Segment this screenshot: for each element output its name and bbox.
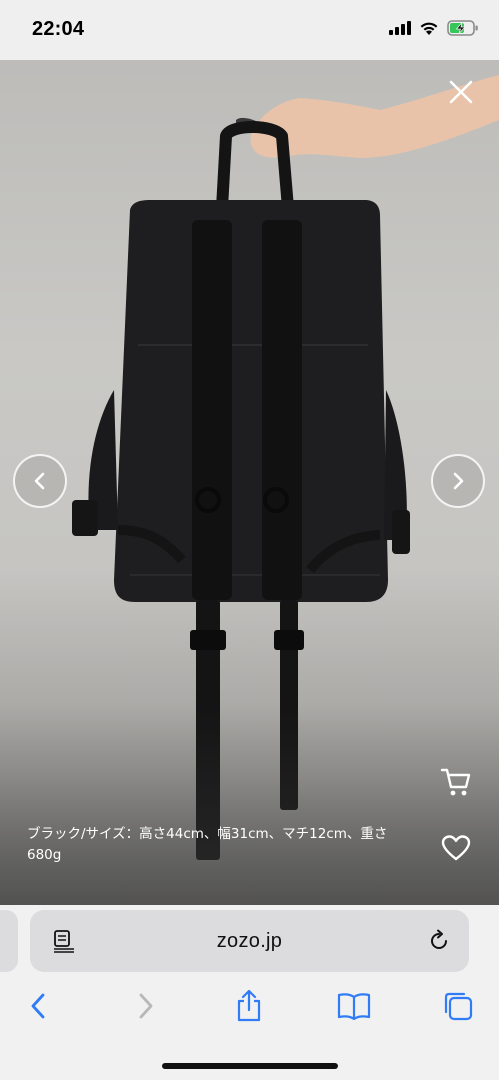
- photo-viewer[interactable]: ブラック/サイズ：高さ44cm、幅31cm、マチ12cm、重さ680g: [0, 60, 499, 905]
- status-icons: [389, 20, 479, 36]
- tabs-button[interactable]: [440, 988, 476, 1024]
- cart-icon: [440, 768, 471, 796]
- caption-shade: [0, 705, 499, 905]
- status-bar: 22:04: [0, 0, 499, 60]
- url-text[interactable]: zozo.jp: [30, 910, 469, 972]
- chevron-left-icon: [34, 472, 45, 490]
- add-to-cart-button[interactable]: [436, 762, 476, 802]
- previous-tab-preview[interactable]: [0, 910, 18, 972]
- forward-button[interactable]: [128, 988, 164, 1024]
- back-icon: [31, 993, 45, 1019]
- heart-icon: [441, 835, 471, 861]
- reload-button[interactable]: [427, 929, 451, 953]
- close-button[interactable]: [445, 76, 477, 108]
- address-bar[interactable]: zozo.jp: [30, 910, 469, 972]
- close-icon: [449, 80, 473, 104]
- reader-mode-icon: [54, 930, 74, 953]
- status-time: 22:04: [32, 18, 85, 40]
- bookmarks-icon: [337, 993, 371, 1020]
- forward-icon: [139, 993, 153, 1019]
- tabs-icon: [444, 992, 473, 1021]
- reader-button[interactable]: [52, 929, 76, 953]
- next-image-button[interactable]: [431, 454, 485, 508]
- bookmarks-button[interactable]: [336, 988, 372, 1024]
- browser-chrome: zozo.jp: [0, 905, 499, 1080]
- chevron-right-icon: [453, 472, 464, 490]
- cellular-signal-icon: [389, 21, 411, 35]
- home-indicator[interactable]: [162, 1063, 338, 1069]
- left-strap: [192, 220, 232, 600]
- back-button[interactable]: [20, 988, 56, 1024]
- battery-charging-icon: [447, 20, 478, 36]
- favorite-button[interactable]: [436, 828, 476, 868]
- image-caption: ブラック/サイズ：高さ44cm、幅31cm、マチ12cm、重さ680g: [27, 826, 388, 863]
- previous-image-button[interactable]: [13, 454, 67, 508]
- share-icon: [237, 989, 261, 1022]
- right-strap: [262, 220, 302, 600]
- browser-toolbar: [0, 983, 499, 1033]
- share-button[interactable]: [231, 988, 267, 1024]
- reload-icon: [431, 929, 447, 949]
- wifi-icon: [420, 22, 438, 35]
